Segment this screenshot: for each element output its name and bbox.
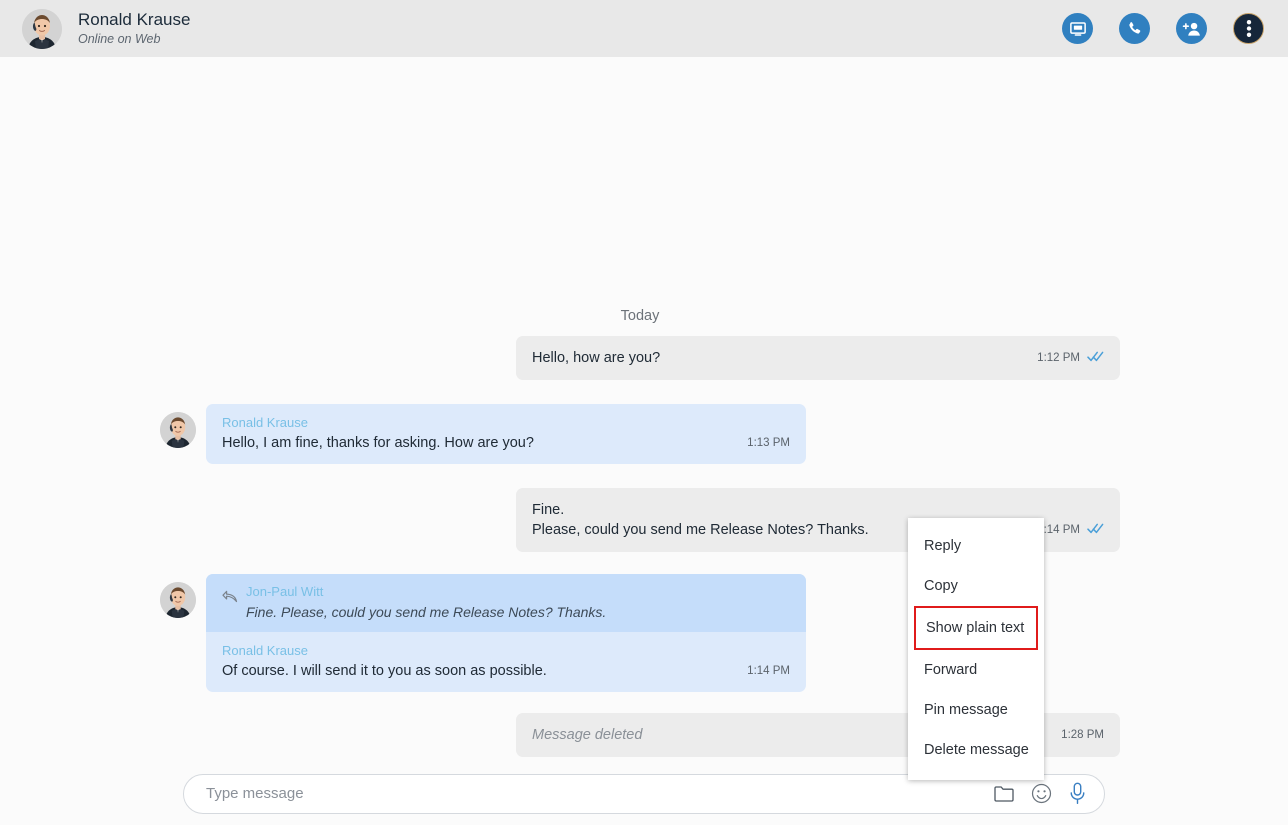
chat-window: Ronald Krause Online on Web Today Hello,… [0,0,1288,825]
message-time: :14 PM [1043,524,1080,536]
message-input-placeholder[interactable]: Type message [206,785,994,802]
vertical-dots-icon [1246,20,1251,37]
voice-call-button[interactable] [1119,13,1150,44]
sender-name: Ronald Krause [222,415,308,430]
attach-file-button[interactable] [994,785,1014,802]
message-bubble-incoming[interactable]: Ronald Krause Hello, I am fine, thanks f… [206,404,806,464]
context-menu-item-copy[interactable]: Copy [908,566,1044,606]
message-bubble-outgoing[interactable]: Hello, how are you? 1:12 PM [516,336,1120,380]
contact-photo-icon [160,582,196,618]
context-menu-item-delete-message[interactable]: Delete message [908,730,1044,770]
message-meta: 1:13 PM [747,433,790,453]
add-participant-button[interactable] [1176,13,1207,44]
microphone-icon [1070,782,1085,805]
read-receipt-icon [1087,348,1104,368]
quoted-text: Fine. Please, could you send me Release … [246,604,607,620]
phone-icon [1129,22,1141,34]
quoted-sender-name: Jon-Paul Witt [246,584,324,599]
quoted-message[interactable]: Jon-Paul Witt Fine. Please, could you se… [206,574,806,632]
read-receipt-icon [1087,520,1104,540]
more-options-button[interactable] [1233,13,1264,44]
composer-tools [994,782,1086,805]
message-list[interactable]: Today Hello, how are you? 1:12 PM Ronald… [0,57,1288,762]
reply-arrow-icon [222,589,240,609]
chat-header: Ronald Krause Online on Web [0,0,1288,57]
sender-avatar[interactable] [160,582,196,618]
screen-share-icon [1069,21,1086,36]
contact-photo-icon [160,412,196,448]
message-time: 1:14 PM [747,665,790,677]
video-call-button[interactable] [1062,13,1093,44]
message-text: Ronald Krause Of course. I will send it … [222,642,735,681]
message-row: Hello, how are you? 1:12 PM [160,336,1120,380]
voice-record-button[interactable] [1069,782,1086,805]
contact-info: Ronald Krause Online on Web [78,10,190,47]
day-separator: Today [620,308,660,324]
context-menu-item-forward[interactable]: Forward [908,650,1044,690]
contact-name: Ronald Krause [78,10,191,29]
header-actions [1062,13,1272,44]
message-meta: 1:28 PM [1061,725,1104,745]
message-time: 1:12 PM [1037,352,1080,364]
message-context-menu[interactable]: Reply Copy Show plain text Forward Pin m… [908,518,1044,780]
folder-icon [994,786,1014,802]
message-composer: Type message [0,762,1288,825]
message-time: 1:13 PM [747,437,790,449]
message-meta: 1:12 PM [1037,348,1104,368]
emoji-button[interactable] [1031,783,1052,804]
sender-name: Ronald Krause [222,643,308,658]
contact-avatar[interactable] [22,8,62,49]
contact-photo-icon [22,8,62,49]
context-menu-item-pin-message[interactable]: Pin message [908,690,1044,730]
message-meta: :14 PM [1044,520,1104,540]
smiley-icon [1031,783,1052,804]
sender-avatar[interactable] [160,412,196,448]
message-time: 1:28 PM [1061,729,1104,741]
message-text: Hello, how are you? [532,350,661,366]
context-menu-item-reply[interactable]: Reply [908,526,1044,566]
message-bubble-incoming[interactable]: Jon-Paul Witt Fine. Please, could you se… [206,574,806,692]
contact-status: Online on Web [78,32,161,46]
add-person-icon [1182,22,1200,36]
message-row: Ronald Krause Hello, I am fine, thanks f… [160,404,1120,464]
message-meta: 1:14 PM [747,661,790,681]
context-menu-item-show-plain-text[interactable]: Show plain text [914,606,1038,650]
message-text: Ronald Krause Hello, I am fine, thanks f… [222,414,735,453]
